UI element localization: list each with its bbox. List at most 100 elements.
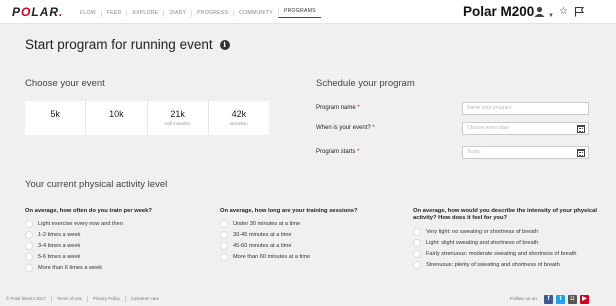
label-text: Program name xyxy=(316,105,356,111)
option-label: More than 60 minutes at a time xyxy=(233,254,311,260)
input-placeholder: Choose event date xyxy=(467,125,509,131)
required-marker: * xyxy=(357,105,360,111)
nav-item-explore[interactable]: EXPLORE xyxy=(126,9,163,17)
event-subtitle: Marathon xyxy=(230,121,248,126)
label-text: When is your event? xyxy=(316,125,371,131)
nav-item-flow[interactable]: FLOW xyxy=(75,10,101,17)
nav-item-feed[interactable]: FEED xyxy=(100,9,127,17)
footer-links: © Polar Electro 2017 Terms of Use Privac… xyxy=(6,296,164,302)
radio-button[interactable] xyxy=(220,231,228,239)
option-label: More than 6 times a week xyxy=(38,265,103,271)
radio-button[interactable] xyxy=(413,250,421,258)
footer-link-terms[interactable]: Terms of Use xyxy=(50,296,87,302)
twitter-icon[interactable]: t xyxy=(555,295,565,304)
radio-option[interactable]: 45-60 minutes at a time xyxy=(220,242,310,250)
page-title: Start program for running event i xyxy=(25,37,230,53)
nav-item-diary[interactable]: DIARY xyxy=(163,9,191,17)
event-distance: 10k xyxy=(109,109,124,119)
activity-heading: Your current physical activity level xyxy=(25,179,168,190)
label-text: Program starts xyxy=(316,149,356,155)
radio-button[interactable] xyxy=(25,253,33,261)
radio-option[interactable]: Very light: no sweating or shortness of … xyxy=(413,228,586,236)
nav-item-programs[interactable]: PROGRAMS xyxy=(277,8,321,18)
input-placeholder: Name your program xyxy=(467,105,512,111)
radio-button[interactable] xyxy=(413,261,421,269)
footer-copyright: © Polar Electro 2017 xyxy=(6,296,46,301)
radio-option[interactable]: Fairly strenuous: moderate sweating and … xyxy=(413,250,586,258)
radio-option[interactable]: 30-45 minutes at a time xyxy=(220,231,310,239)
event-date-input[interactable]: Choose event date xyxy=(462,122,589,135)
program-start-label: Program starts * xyxy=(316,148,359,156)
option-label: Very light: no sweating or shortness of … xyxy=(426,229,538,235)
option-label: 30-45 minutes at a time xyxy=(233,232,292,238)
radio-button[interactable] xyxy=(220,220,228,228)
radio-option[interactable]: 5-6 times a week xyxy=(25,253,123,261)
nav-item-progress[interactable]: PROGRESS xyxy=(191,9,233,17)
top-bar: POLAR. FLOW FEED EXPLORE DIARY PROGRESS … xyxy=(0,0,616,24)
radio-button[interactable] xyxy=(25,264,33,272)
required-marker: * xyxy=(357,149,360,155)
radio-option[interactable]: Light: slight sweating and shortness of … xyxy=(413,239,586,247)
facebook-icon[interactable]: f xyxy=(543,295,553,304)
option-label: Under 30 minutes at a time xyxy=(233,221,301,227)
option-label: 1-2 times a week xyxy=(38,232,81,238)
flag-icon[interactable] xyxy=(574,6,585,17)
follow-label: Follow us on xyxy=(510,296,537,302)
event-date-label: When is your event? * xyxy=(316,124,375,132)
question-duration: On average, how long are your training s… xyxy=(220,208,358,214)
youtube-icon[interactable]: ▶ xyxy=(579,295,589,304)
event-distance: 21k xyxy=(170,109,185,119)
event-option-21k[interactable]: 21k Half marathon xyxy=(146,101,208,135)
star-icon[interactable]: ☆ xyxy=(559,6,568,18)
radio-option[interactable]: Under 30 minutes at a time xyxy=(220,220,310,228)
radio-button[interactable] xyxy=(25,220,33,228)
option-label: Fairly strenuous: moderate sweating and … xyxy=(426,251,577,257)
option-label: Light: slight sweating and shortness of … xyxy=(426,240,539,246)
radio-option[interactable]: 3-4 times a week xyxy=(25,242,123,250)
radio-button[interactable] xyxy=(413,239,421,247)
radio-button[interactable] xyxy=(413,228,421,236)
question-intensity: On average, how would you describe the i… xyxy=(413,208,597,221)
user-icon[interactable] xyxy=(534,6,545,17)
page-title-text: Start program for running event xyxy=(25,37,213,52)
calendar-icon[interactable] xyxy=(577,125,585,133)
option-label: 3-4 times a week xyxy=(38,243,81,249)
instagram-icon[interactable]: ◘ xyxy=(567,295,577,304)
info-icon[interactable]: i xyxy=(219,40,230,50)
frequency-options: Light exercise every now and then 1-2 ti… xyxy=(25,220,123,275)
radio-option[interactable]: Strenuous: plenty of sweating and shortn… xyxy=(413,261,586,269)
event-selector: 5k 10k 21k Half marathon 42k Marathon xyxy=(25,101,269,135)
radio-button[interactable] xyxy=(220,253,228,261)
device-name[interactable]: Polar M200 xyxy=(463,4,534,20)
event-option-5k[interactable]: 5k xyxy=(25,101,85,135)
footer-link-customer-care[interactable]: Customer care xyxy=(124,296,164,302)
footer: © Polar Electro 2017 Terms of Use Privac… xyxy=(0,292,616,306)
event-distance: 42k xyxy=(231,109,247,119)
event-subtitle: Half marathon xyxy=(164,121,191,126)
radio-button[interactable] xyxy=(220,242,228,250)
radio-button[interactable] xyxy=(25,242,33,250)
event-option-42k[interactable]: 42k Marathon xyxy=(207,101,269,135)
calendar-icon[interactable] xyxy=(577,149,585,157)
footer-link-privacy[interactable]: Privacy Policy xyxy=(87,296,125,302)
radio-option[interactable]: More than 6 times a week xyxy=(25,264,123,272)
question-frequency: On average, how often do you train per w… xyxy=(25,208,152,214)
radio-option[interactable]: Light exercise every now and then xyxy=(25,220,123,228)
event-option-10k[interactable]: 10k xyxy=(85,101,146,135)
radio-option[interactable]: 1-2 times a week xyxy=(25,231,123,239)
required-marker: * xyxy=(372,125,375,131)
option-label: Strenuous: plenty of sweating and shortn… xyxy=(426,262,560,268)
polar-logo[interactable]: POLAR. xyxy=(12,6,63,18)
choose-event-heading: Choose your event xyxy=(25,78,105,89)
input-placeholder: Today xyxy=(467,149,481,155)
radio-button[interactable] xyxy=(25,231,33,239)
program-name-label: Program name * xyxy=(316,104,360,112)
program-start-input[interactable]: Today xyxy=(462,146,589,159)
chevron-down-icon[interactable]: ▼ xyxy=(548,10,554,22)
main-nav: FLOW FEED EXPLORE DIARY PROGRESS COMMUNI… xyxy=(75,8,321,18)
schedule-heading: Schedule your program xyxy=(316,78,415,89)
intensity-options: Very light: no sweating or shortness of … xyxy=(413,228,586,272)
radio-option[interactable]: More than 60 minutes at a time xyxy=(220,253,310,261)
nav-item-community[interactable]: COMMUNITY xyxy=(233,9,278,17)
program-name-input[interactable]: Name your program xyxy=(462,102,589,115)
